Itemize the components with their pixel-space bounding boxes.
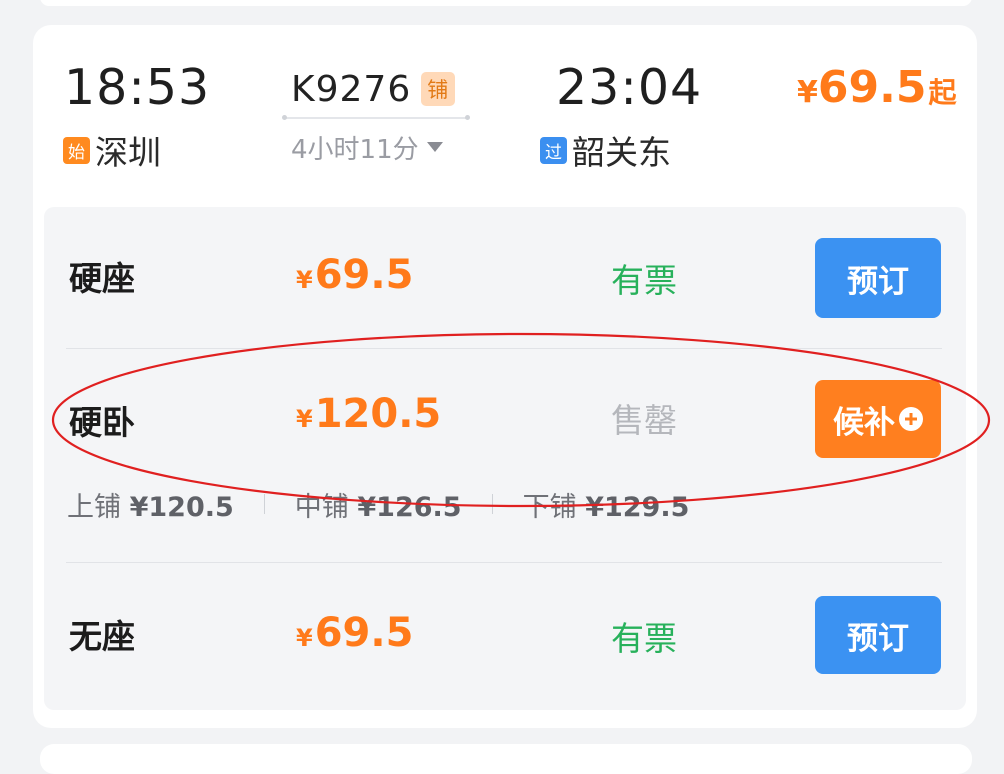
arrival-time: 23:04 [556,59,703,116]
next-train-card [40,744,972,774]
plus-circle-icon [899,407,923,431]
previous-train-card [40,0,972,6]
currency-symbol: ¥ [797,75,818,110]
pass-through-badge: 过 [540,136,567,164]
min-price-amount: 69.5 [817,62,927,113]
berth-tag: 铺 [421,72,456,106]
berth-middle: 中铺 ¥126.5 [295,485,462,524]
seat-type-standing: 无座 [69,617,135,656]
berth-price: ¥129.5 [585,491,690,523]
min-price-suffix: 起 [928,76,957,109]
berth-price: ¥120.5 [129,491,234,523]
book-button-hard-seat[interactable]: 预订 [815,238,941,318]
arrival-station: 过 韶关东 [540,128,671,172]
duration-text: 4小时11分 [291,134,419,165]
price-amount: 69.5 [314,252,414,298]
departure-station-name: 深圳 [95,133,161,172]
currency-symbol: ¥ [296,405,313,433]
berth-upper: 上铺 ¥120.5 [67,485,234,524]
seat-status-standing: 有票 [611,619,677,658]
row-divider [66,562,942,563]
berth-separator [263,494,265,514]
berth-price-list: 上铺 ¥120.5 中铺 ¥126.5 下铺 ¥129.5 [67,484,689,524]
origin-badge: 始 [63,136,90,164]
berth-lower: 下铺 ¥129.5 [523,485,690,524]
departure-time: 18:53 [64,59,211,116]
currency-symbol: ¥ [296,266,313,294]
book-button-standing[interactable]: 预订 [815,596,941,674]
berth-label: 中铺 [294,491,349,523]
row-divider [66,348,942,349]
seat-price-standing: ¥ 69.5 [296,610,413,656]
train-number-text: K9276 [291,68,412,110]
price-amount: 69.5 [314,610,414,656]
train-number[interactable]: K9276 铺 [291,66,456,112]
waitlist-label: 候补 [833,404,895,440]
seat-type-hard-seat: 硬座 [69,259,135,298]
route-divider [282,115,470,120]
berth-label: 下铺 [522,491,577,523]
caret-down-icon [426,142,443,152]
seat-status-hard-seat: 有票 [611,261,677,300]
seat-type-hard-sleeper: 硬卧 [69,403,135,442]
duration-toggle[interactable]: 4小时11分 [291,127,443,167]
currency-symbol: ¥ [296,624,313,652]
seat-price-hard-seat: ¥ 69.5 [296,252,413,298]
berth-separator [491,494,493,514]
seat-price-hard-sleeper: ¥ 120.5 [296,391,441,437]
berth-price: ¥126.5 [357,491,462,523]
departure-station: 始 深圳 [63,128,161,172]
waitlist-button-hard-sleeper[interactable]: 候补 [815,380,941,458]
min-price: ¥ 69.5 起 [797,62,956,118]
seat-status-hard-sleeper: 售罄 [611,401,677,440]
berth-label: 上铺 [67,491,121,523]
price-amount: 120.5 [314,391,442,437]
arrival-station-name: 韶关东 [572,133,671,172]
